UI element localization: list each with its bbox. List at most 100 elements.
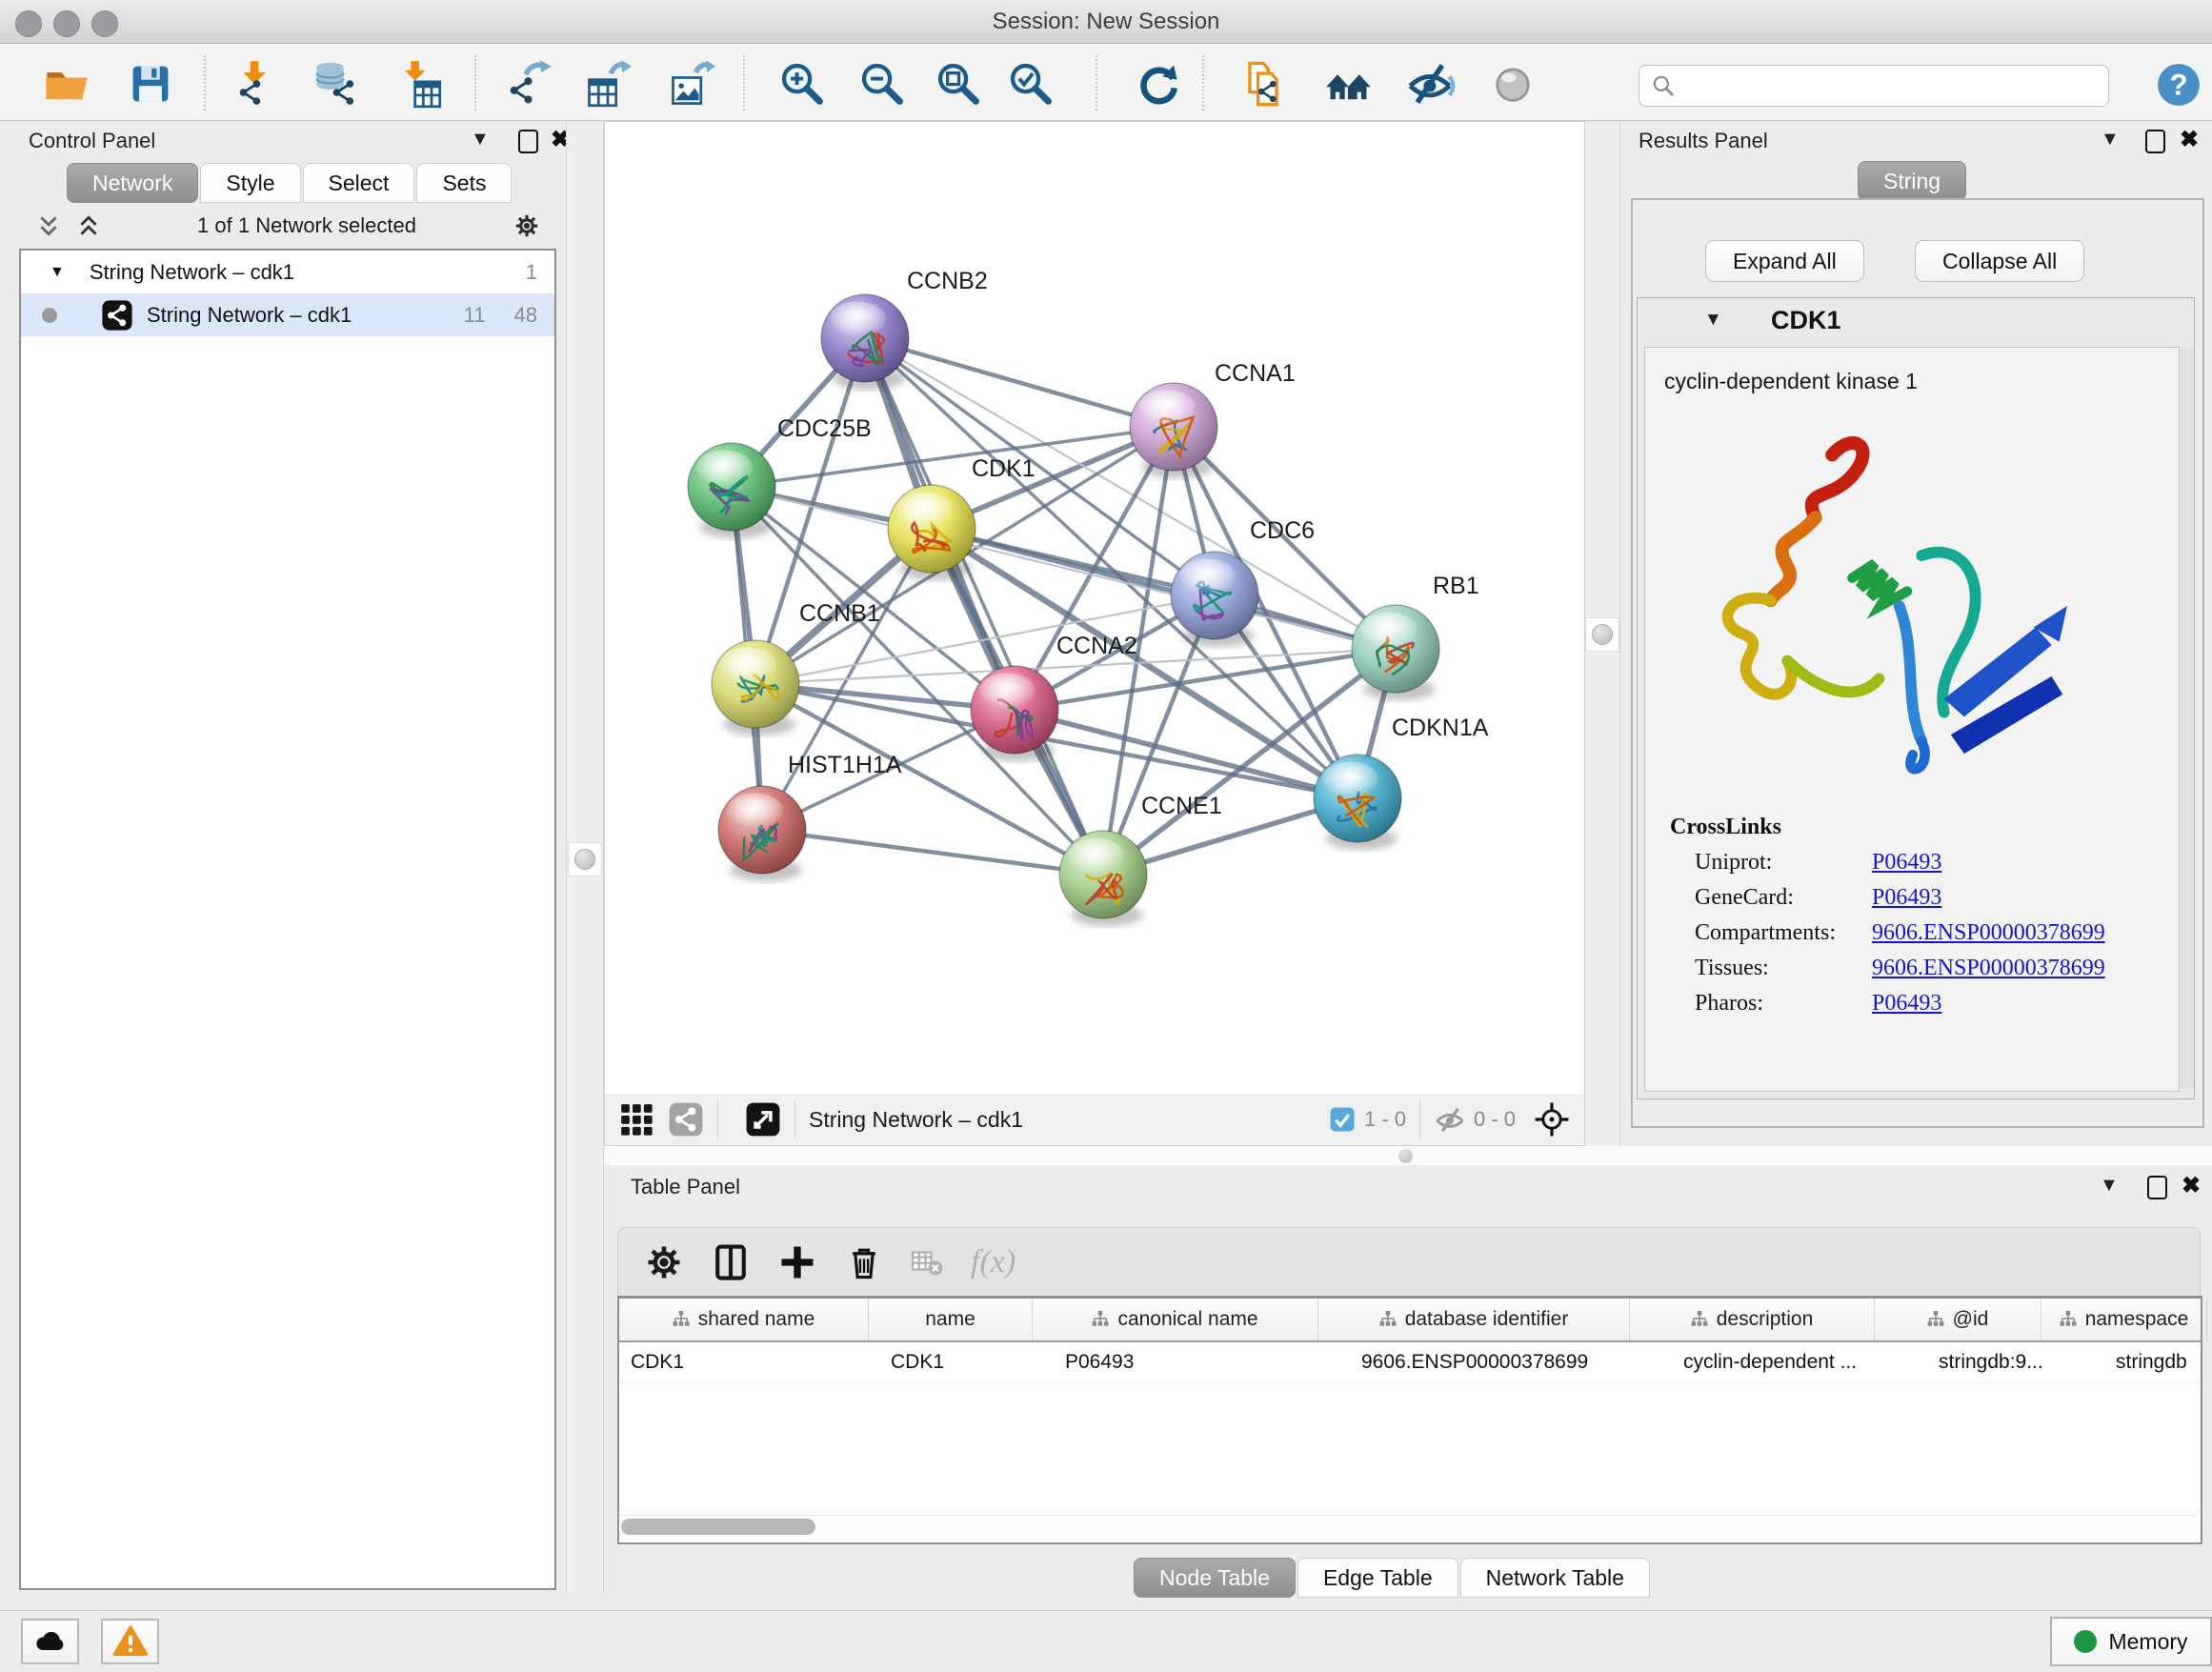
hide-selected-icon[interactable] — [1406, 59, 1456, 109]
memory-label: Memory — [2108, 1629, 2187, 1655]
main-toolbar: ? — [0, 44, 2212, 121]
column-header-canonical-name[interactable]: canonical name — [1033, 1299, 1318, 1340]
network-row[interactable]: String Network – cdk1 11 48 — [21, 293, 554, 336]
node-table-body: CDK1CDK1P064939606.ENSP00000378699cyclin… — [619, 1342, 2201, 1383]
results-panel-float-icon[interactable] — [2145, 130, 2165, 153]
table-scrollbar-thumb[interactable] — [621, 1519, 815, 1535]
results-scrollbar[interactable] — [2182, 349, 2194, 1088]
refresh-icon[interactable] — [1134, 59, 1183, 109]
zoom-selected-icon[interactable] — [1006, 59, 1056, 109]
tab-sets[interactable]: Sets — [416, 163, 512, 203]
node-CCNA1[interactable]: CCNA1 — [1130, 360, 1296, 478]
crosslink-label: Uniprot: — [1695, 850, 1872, 876]
column-header-namespace[interactable]: namespace — [2041, 1299, 2207, 1340]
zoom-in-icon[interactable] — [777, 59, 827, 109]
horizontal-splitter-handle[interactable] — [1398, 1149, 1413, 1163]
control-panel-collapse-icon[interactable]: ▼ — [471, 129, 490, 151]
collection-expand-icon[interactable]: ▼ — [50, 264, 65, 281]
node-RB1[interactable]: RB1 — [1352, 573, 1479, 700]
warning-button[interactable] — [101, 1619, 159, 1664]
memory-button[interactable]: Memory — [2050, 1617, 2212, 1666]
tab-network[interactable]: Network — [67, 163, 198, 203]
edge-CCNB2-CCNE1[interactable] — [865, 338, 1103, 875]
export-table-icon[interactable] — [583, 59, 633, 109]
crosslink-link[interactable]: P06493 — [1872, 991, 1941, 1017]
cdk1-section-title: CDK1 — [1771, 306, 1841, 335]
node-HIST1H1A[interactable]: HIST1H1A — [718, 752, 902, 881]
tab-select[interactable]: Select — [303, 163, 415, 203]
export-image-icon[interactable] — [667, 59, 716, 109]
results-panel-close-icon[interactable]: ✖ — [2180, 126, 2199, 153]
crosslink-label: Pharos: — [1695, 991, 1872, 1017]
node-CCNE1[interactable]: CCNE1 — [1059, 793, 1222, 926]
tab-style[interactable]: Style — [200, 163, 300, 203]
table-panel-close-icon[interactable]: ✖ — [2182, 1172, 2201, 1199]
crosslink-link[interactable]: P06493 — [1872, 850, 1941, 876]
control-panel-float-icon[interactable] — [518, 130, 538, 153]
node-CDKN1A[interactable]: CDKN1A — [1314, 715, 1489, 850]
delete-column-icon[interactable] — [843, 1241, 885, 1283]
import-network-icon[interactable] — [229, 59, 278, 109]
node-CDC25B[interactable]: CDC25B — [688, 415, 872, 538]
network-canvas[interactable]: CCNB2CCNA1CDC25BCDK1CDC6RB1CCNB1CCNA2CDK… — [604, 121, 1585, 1096]
expand-all-button[interactable]: Expand All — [1705, 240, 1864, 282]
window-title: Session: New Session — [0, 9, 2212, 35]
edge-HIST1H1A-CCNE1[interactable] — [762, 830, 1103, 875]
crosslink-link[interactable]: 9606.ENSP00000378699 — [1872, 956, 2105, 981]
zoom-out-icon[interactable] — [857, 59, 907, 109]
zoom-fit-icon[interactable] — [934, 59, 983, 109]
crosslink-link[interactable]: P06493 — [1872, 885, 1941, 911]
left-splitter-handle[interactable] — [568, 842, 602, 876]
network-graph[interactable]: CCNB2CCNA1CDC25BCDK1CDC6RB1CCNB1CCNA2CDK… — [605, 122, 1584, 1095]
tab-string[interactable]: String — [1858, 161, 1966, 201]
grid-mode-icon[interactable] — [618, 1101, 654, 1138]
open-session-icon[interactable] — [42, 59, 91, 109]
column-header--id[interactable]: @id — [1875, 1299, 2041, 1340]
crosslink-label: Tissues: — [1695, 956, 1872, 981]
tab-node-table[interactable]: Node Table — [1134, 1558, 1296, 1598]
duplicate-network-icon[interactable] — [1238, 59, 1288, 109]
add-column-icon[interactable] — [776, 1241, 818, 1283]
search-input[interactable] — [1683, 69, 2108, 103]
birdseye-view-icon[interactable] — [745, 1101, 781, 1138]
node-CCNB2[interactable]: CCNB2 — [821, 268, 988, 390]
selected-checkbox-icon[interactable] — [1328, 1105, 1357, 1134]
tab-edge-table[interactable]: Edge Table — [1297, 1558, 1458, 1598]
right-splitter-handle[interactable] — [1585, 617, 1619, 652]
table-panel-float-icon[interactable] — [2147, 1176, 2167, 1199]
network-collection-row[interactable]: ▼ String Network – cdk1 1 — [21, 251, 554, 293]
help-button[interactable]: ? — [2155, 61, 2202, 109]
export-network-icon[interactable] — [503, 59, 553, 109]
table-row[interactable]: CDK1CDK1P064939606.ENSP00000378699cyclin… — [619, 1342, 2201, 1383]
current-network-name: String Network – cdk1 — [809, 1107, 1023, 1133]
column-header-database-identifier[interactable]: database identifier — [1318, 1299, 1630, 1340]
first-neighbors-icon[interactable] — [1324, 59, 1374, 109]
search-field[interactable] — [1639, 65, 2109, 107]
node-CDC6[interactable]: CDC6 — [1171, 517, 1315, 647]
save-session-icon[interactable] — [126, 59, 175, 109]
network-options-gear-icon[interactable] — [513, 212, 541, 240]
column-header-name[interactable]: name — [869, 1299, 1033, 1340]
collapse-all-icon[interactable] — [36, 213, 61, 238]
show-all-icon[interactable] — [1488, 59, 1538, 109]
table-panel-collapse-icon[interactable]: ▼ — [2100, 1175, 2119, 1197]
table-horizontal-scrollbar[interactable] — [619, 1515, 2197, 1539]
collapse-all-button[interactable]: Collapse All — [1915, 240, 2084, 282]
tab-network-table[interactable]: Network Table — [1460, 1558, 1650, 1598]
import-table-icon[interactable] — [394, 59, 444, 109]
network-mode-icon[interactable] — [668, 1101, 704, 1138]
table-panel-title: Table Panel — [631, 1175, 740, 1199]
crosslink-label: Compartments: — [1695, 920, 1872, 946]
results-panel-collapse-icon[interactable]: ▼ — [2101, 129, 2120, 151]
show-columns-icon[interactable] — [710, 1241, 752, 1283]
crosshair-icon[interactable] — [1533, 1100, 1571, 1138]
cdk1-collapse-icon[interactable]: ▼ — [1704, 310, 1722, 331]
cloud-button[interactable] — [21, 1619, 79, 1664]
crosslink-link[interactable]: 9606.ENSP00000378699 — [1872, 920, 2105, 946]
import-database-icon[interactable] — [311, 59, 360, 109]
table-options-gear-icon[interactable] — [643, 1241, 685, 1283]
column-header-shared-name[interactable]: shared name — [619, 1299, 869, 1340]
status-bar: Memory — [0, 1610, 2212, 1672]
expand-all-icon[interactable] — [76, 213, 101, 238]
column-header-description[interactable]: description — [1630, 1299, 1875, 1340]
